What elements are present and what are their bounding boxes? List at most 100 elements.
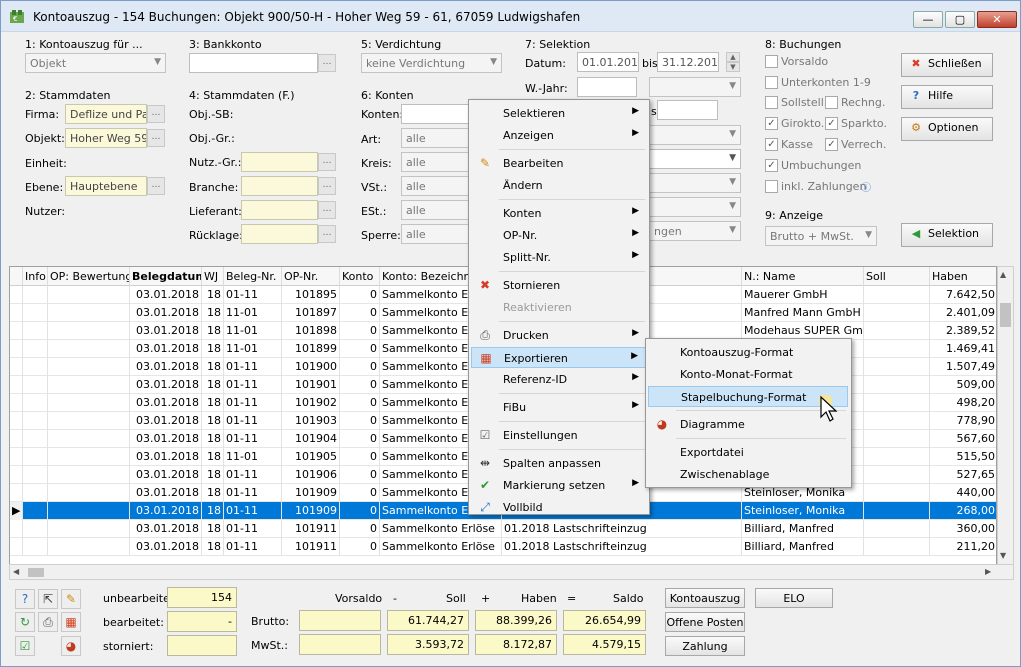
header-name[interactable]: N.: Name (742, 267, 864, 286)
pencil-icon[interactable]: ✎ (61, 589, 81, 609)
zahlung-button[interactable]: Zahlung (665, 636, 745, 656)
menu-item-reaktivieren[interactable]: Reaktivieren (471, 297, 647, 318)
submenu-item-zwischenablage[interactable]: Zwischenablage (648, 464, 848, 485)
submenu-item-exportdatei[interactable]: Exportdatei (648, 442, 848, 463)
selektion-select-3[interactable]: ▼ (649, 149, 741, 169)
ebene-field[interactable]: Hauptebene (65, 176, 147, 196)
unterkonten-checkbox[interactable] (765, 76, 778, 89)
header-soll[interactable]: Soll (864, 267, 930, 286)
vorsaldo-checkbox[interactable] (765, 55, 778, 68)
close-window-button[interactable]: ✕ (977, 11, 1017, 28)
header-konto[interactable]: Konto (340, 267, 380, 286)
branche-browse-button[interactable]: … (318, 177, 336, 195)
header-wj[interactable]: WJ (202, 267, 224, 286)
menu-item-anzeigen[interactable]: Anzeigen ▶ (471, 125, 647, 146)
spin-down-icon[interactable]: ▼ (726, 62, 740, 72)
rechng-checkbox[interactable] (825, 96, 838, 109)
refresh-icon[interactable]: ↻ (15, 612, 35, 632)
selektion-select-5[interactable]: ▼ (649, 197, 741, 217)
pie-chart-icon[interactable]: ◕ (61, 636, 81, 656)
art-select[interactable]: alle (401, 128, 471, 148)
info-icon[interactable]: ⓘ (861, 179, 871, 194)
sparkto-checkbox[interactable]: ✓ (825, 117, 838, 130)
pointer-icon[interactable]: ⇱ (38, 589, 58, 609)
bankkonto-field[interactable] (189, 53, 318, 73)
optionen-button[interactable]: ⚙ Optionen (901, 117, 993, 141)
selektion-select-4[interactable]: ▼ (649, 173, 741, 193)
objekt-browse-button[interactable]: … (147, 129, 165, 147)
horizontal-scrollbar[interactable]: ◀ ▶ (9, 564, 1014, 580)
sollstell-checkbox[interactable] (765, 96, 778, 109)
datum-von-field[interactable]: 01.01.2018 (577, 52, 639, 72)
kontoauszug-button[interactable]: Kontoauszug (665, 588, 745, 608)
export-icon[interactable]: ▦ (61, 612, 81, 632)
selektion-select-1[interactable]: ▼ (649, 77, 741, 97)
bankkonto-browse-button[interactable]: … (318, 54, 336, 72)
vertical-scrollbar[interactable]: ▲ ▼ (997, 266, 1014, 566)
scroll-up-icon[interactable]: ▲ (1000, 270, 1006, 279)
lieferant-browse-button[interactable]: … (318, 201, 336, 219)
inkl-zahlungen-checkbox[interactable] (765, 180, 778, 193)
menu-item-markierung-setzen[interactable]: ✔ Markierung setzen ▶ (471, 475, 647, 496)
header-info[interactable]: Info (23, 267, 48, 286)
anzeige-select[interactable]: Brutto + MwSt. ▼ (765, 226, 877, 246)
wjahr-field[interactable] (577, 77, 637, 97)
menu-item-spalten-anpassen[interactable]: ⇹ Spalten anpassen (471, 453, 647, 474)
umbuchungen-checkbox[interactable]: ✓ (765, 159, 778, 172)
table-row[interactable]: 03.01.2018 18 01-11 101911 0 Sammelkonto Erlö… (10, 520, 996, 538)
table-row[interactable]: 03.01.2018 18 01-11 101911 0 Sammelkonto Erlö… (10, 538, 996, 556)
printer-icon[interactable]: ⎙ (38, 612, 58, 632)
datum-bis-field[interactable]: 31.12.2018 (657, 52, 719, 72)
menu-item-vollbild[interactable]: ⤢ Vollbild (471, 497, 647, 518)
scroll-left-icon[interactable]: ◀ (13, 567, 19, 576)
kasse-checkbox[interactable]: ✓ (765, 138, 778, 151)
spin-up-icon[interactable]: ▲ (726, 52, 740, 62)
scroll-right-icon[interactable]: ▶ (985, 567, 991, 576)
submenu-item-stapelbuchung-format[interactable]: Stapelbuchung-Format (648, 386, 848, 407)
menu-item-selektieren[interactable]: Selektieren ▶ (471, 103, 647, 124)
menu-item-bearbeiten[interactable]: ✎ Bearbeiten (471, 153, 647, 174)
menu-item-referenz-id[interactable]: Referenz-ID ▶ (471, 369, 647, 390)
kreis-select[interactable]: alle (401, 152, 471, 172)
nutz-gr-browse-button[interactable]: … (318, 153, 336, 171)
header-op-bewertung[interactable]: OP: Bewertung (48, 267, 130, 286)
selektion-button[interactable]: ◀ Selektion (901, 223, 993, 247)
checkbox-icon[interactable]: ☑ (15, 636, 35, 656)
menu-item-konten[interactable]: Konten ▶ (471, 203, 647, 224)
selektion-select-2[interactable]: ▼ (649, 125, 741, 145)
header-haben[interactable]: Haben (930, 267, 996, 286)
verrech-checkbox[interactable]: ✓ (825, 138, 838, 151)
submenu-item-diagramme[interactable]: ◕ Diagramme (648, 414, 848, 435)
branche-field[interactable] (241, 176, 318, 196)
objekt-field[interactable]: Hoher Weg 59 - (65, 128, 147, 148)
lieferant-field[interactable] (241, 200, 318, 220)
menu-item-exportieren[interactable]: ▦ Exportieren ▶ (471, 347, 647, 368)
menu-item-fibu[interactable]: FiBu ▶ (471, 397, 647, 418)
header-belegdatum[interactable]: Belegdatum (130, 267, 202, 286)
submenu-item-kontoauszug-format[interactable]: Kontoauszug-Format (648, 342, 848, 363)
scroll-thumb[interactable] (1000, 303, 1011, 327)
nutz-gr-field[interactable] (241, 152, 318, 172)
menu-item-stornieren[interactable]: ✖ Stornieren (471, 275, 647, 296)
girokto-checkbox[interactable]: ✓ (765, 117, 778, 130)
menu-item-einstellungen[interactable]: ☑ Einstellungen (471, 425, 647, 446)
ruecklage-browse-button[interactable]: … (318, 225, 336, 243)
ruecklage-field[interactable] (241, 224, 318, 244)
selektion-field-2[interactable] (657, 100, 718, 120)
sperre-select[interactable]: alle (401, 224, 471, 244)
offene-posten-button[interactable]: Offene Posten (665, 612, 745, 632)
minimize-button[interactable]: — (913, 11, 943, 28)
schliessen-button[interactable]: ✖ Schließen (901, 53, 993, 77)
vst-select[interactable]: alle (401, 176, 471, 196)
firma-browse-button[interactable]: … (147, 105, 165, 123)
header-beleg-nr[interactable]: Beleg-Nr. (224, 267, 282, 286)
scroll-down-icon[interactable]: ▼ (1000, 551, 1006, 560)
selektion-select-6[interactable]: ngen ▼ (649, 221, 741, 241)
submenu-item-konto-monat-format[interactable]: Konto-Monat-Format (648, 364, 848, 385)
maximize-button[interactable]: ▢ (945, 11, 975, 28)
firma-field[interactable]: Deflize und Part (65, 104, 147, 124)
elo-button[interactable]: ELO (755, 588, 833, 608)
header-op-nr[interactable]: OP-Nr. (282, 267, 340, 286)
est-select[interactable]: alle (401, 200, 471, 220)
hscroll-thumb[interactable] (28, 568, 44, 577)
